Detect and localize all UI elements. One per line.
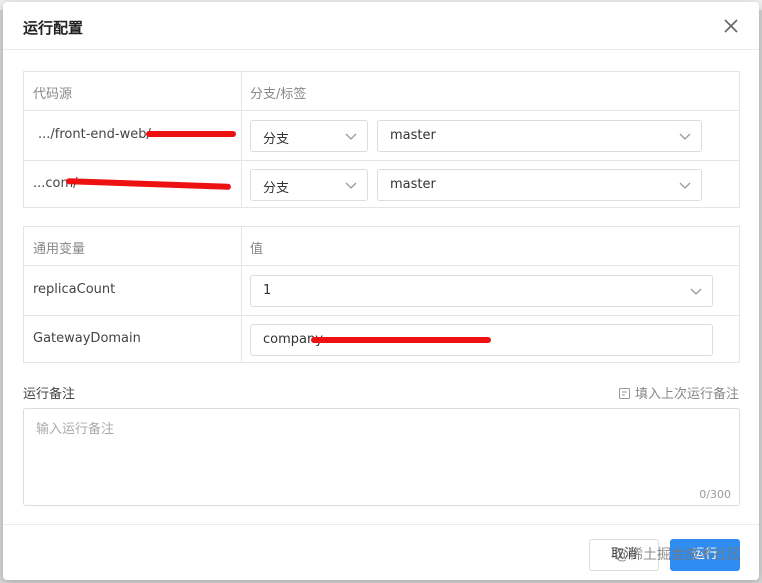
header-variable: 通用变量 bbox=[33, 242, 86, 257]
chevron-down-icon bbox=[679, 133, 691, 140]
watermark: @稀土掘金技术社区 bbox=[615, 547, 741, 563]
gateway-domain-input[interactable]: company. bbox=[250, 324, 713, 356]
ref-type-select[interactable]: 分支 bbox=[250, 120, 368, 152]
table-row: .../front-end-web/ 分支 master bbox=[24, 110, 739, 160]
table-header-row: 代码源 分支/标签 bbox=[24, 72, 739, 110]
header-code-source: 代码源 bbox=[33, 87, 73, 102]
header-value: 值 bbox=[250, 242, 264, 257]
fill-last-notes-label: 填入上次运行备注 bbox=[634, 387, 739, 402]
replica-count-select[interactable]: 1 bbox=[250, 275, 713, 307]
close-icon[interactable] bbox=[721, 16, 741, 36]
redaction-mark bbox=[311, 337, 491, 343]
table-header-row: 通用变量 值 bbox=[24, 227, 739, 265]
run-notes-textarea[interactable]: 输入运行备注 0/300 bbox=[23, 408, 740, 506]
ref-type-select[interactable]: 分支 bbox=[250, 169, 368, 201]
code-source-table: 代码源 分支/标签 .../front-end-web/ 分支 master .… bbox=[23, 71, 740, 208]
ref-value: master bbox=[390, 128, 436, 143]
table-row: GatewayDomain company. bbox=[24, 315, 739, 364]
ref-value: master bbox=[390, 177, 436, 192]
header-branch-tag: 分支/标签 bbox=[250, 87, 307, 102]
ref-type-value: 分支 bbox=[263, 132, 290, 147]
char-counter: 0/300 bbox=[699, 488, 731, 501]
chevron-down-icon bbox=[690, 288, 702, 295]
run-notes-placeholder: 输入运行备注 bbox=[36, 422, 115, 437]
chevron-down-icon bbox=[345, 182, 357, 189]
variable-name: GatewayDomain bbox=[33, 331, 141, 346]
chevron-down-icon bbox=[345, 133, 357, 140]
variables-table: 通用变量 值 replicaCount 1 GatewayDomain comp… bbox=[23, 226, 740, 363]
table-row: replicaCount 1 bbox=[24, 265, 739, 315]
redaction-mark bbox=[146, 131, 236, 137]
ref-value-select[interactable]: master bbox=[377, 169, 702, 201]
chevron-down-icon bbox=[679, 182, 691, 189]
table-row: ...com/ 分支 master bbox=[24, 160, 739, 209]
run-notes-label: 运行备注 bbox=[23, 387, 76, 402]
replica-count-value: 1 bbox=[263, 283, 272, 298]
ref-type-value: 分支 bbox=[263, 181, 290, 196]
variable-name: replicaCount bbox=[33, 282, 116, 297]
dialog-header: 运行配置 bbox=[3, 2, 759, 50]
run-config-dialog: 运行配置 代码源 分支/标签 .../front-end-web/ 分支 mas… bbox=[3, 2, 759, 580]
dialog-footer: 取消 运行 @稀土掘金技术社区 bbox=[3, 524, 759, 580]
fill-last-notes-button[interactable]: 填入上次运行备注 bbox=[618, 383, 739, 402]
ref-value-select[interactable]: master bbox=[377, 120, 702, 152]
note-icon bbox=[618, 388, 630, 399]
dialog-title: 运行配置 bbox=[23, 19, 84, 37]
